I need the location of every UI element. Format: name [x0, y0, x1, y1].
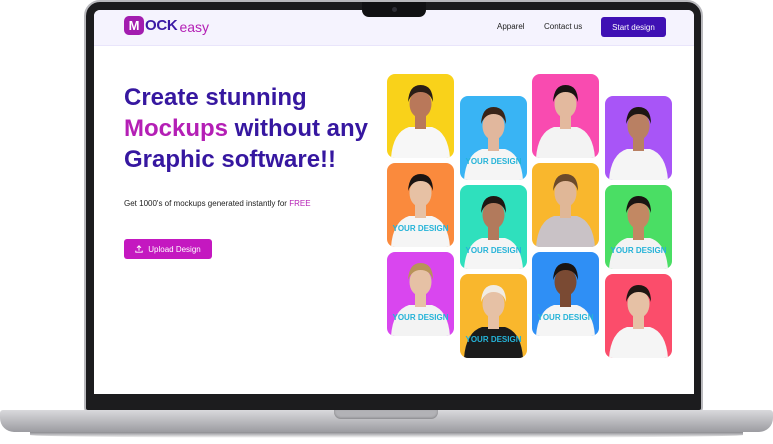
logo-m-mark: M: [124, 16, 144, 35]
your-design-print: YOUR DESIGN: [537, 313, 594, 322]
laptop-base-notch: [334, 410, 438, 419]
model-photo: [609, 196, 668, 269]
laptop-base-shadow: [30, 432, 743, 438]
mockup-tile[interactable]: YOUR DESIGN: [387, 252, 454, 336]
model-photo: [536, 85, 595, 158]
headline-accent: Mockups: [124, 115, 229, 142]
mockup-tile[interactable]: [605, 274, 672, 358]
model-photo: [391, 263, 450, 336]
model-photo: [536, 263, 595, 336]
mockup-tile[interactable]: [532, 74, 599, 158]
model-photo: [391, 85, 450, 158]
mockup-tile[interactable]: YOUR DESIGN: [532, 252, 599, 336]
headline-line-2-rest: without any: [228, 115, 369, 142]
headline-line-2: Mockups without any: [124, 113, 368, 144]
laptop-notch: [362, 2, 426, 17]
model-photo: [609, 285, 668, 358]
headline-line-3: Graphic software!!: [124, 146, 337, 173]
laptop-mockup: M OCK easy Apparel Contact us Start desi…: [0, 0, 773, 444]
your-design-print: YOUR DESIGN: [392, 224, 449, 233]
model-photo: [391, 174, 450, 247]
logo-easy-text: easy: [179, 19, 210, 35]
upload-icon: [135, 245, 143, 253]
nav-link-contact-us[interactable]: Contact us: [544, 22, 582, 31]
model-photo: [464, 107, 523, 180]
start-design-button[interactable]: Start design: [601, 17, 666, 37]
hero-headline: Create stunning Mockups without any Grap…: [124, 82, 368, 175]
your-design-print: YOUR DESIGN: [392, 313, 449, 322]
mockup-tile[interactable]: YOUR DESIGN: [387, 163, 454, 247]
upload-design-label: Upload Design: [148, 244, 201, 254]
mockup-tile[interactable]: [532, 163, 599, 247]
your-design-print: YOUR DESIGN: [465, 157, 522, 166]
headline-line-1: Create stunning: [124, 84, 307, 111]
mockup-tile[interactable]: [387, 74, 454, 158]
model-photo: [609, 107, 668, 180]
model-photo: [464, 285, 523, 358]
your-design-print: YOUR DESIGN: [610, 246, 667, 255]
your-design-print: YOUR DESIGN: [465, 335, 522, 344]
model-photo: [464, 196, 523, 269]
subtext-body: Get 1000's of mockups generated instantl…: [124, 199, 290, 208]
mockup-tile[interactable]: YOUR DESIGN: [460, 274, 527, 358]
camera-icon: [392, 7, 397, 12]
nav-link-apparel[interactable]: Apparel: [497, 22, 525, 31]
upload-design-button[interactable]: Upload Design: [124, 239, 212, 259]
subtext-free: FREE: [289, 199, 311, 208]
mockup-tile[interactable]: YOUR DESIGN: [460, 185, 527, 269]
mockup-tile[interactable]: YOUR DESIGN: [605, 185, 672, 269]
your-design-print: YOUR DESIGN: [465, 246, 522, 255]
logo-ock-text: OCK: [145, 17, 178, 34]
mockup-tile[interactable]: YOUR DESIGN: [460, 96, 527, 180]
mockup-tile[interactable]: [605, 96, 672, 180]
hero-subtext: Get 1000's of mockups generated instantl…: [124, 199, 311, 208]
laptop-screen: M OCK easy Apparel Contact us Start desi…: [94, 10, 694, 394]
mockeasy-logo[interactable]: M OCK easy: [124, 16, 209, 35]
model-photo: [536, 174, 595, 247]
